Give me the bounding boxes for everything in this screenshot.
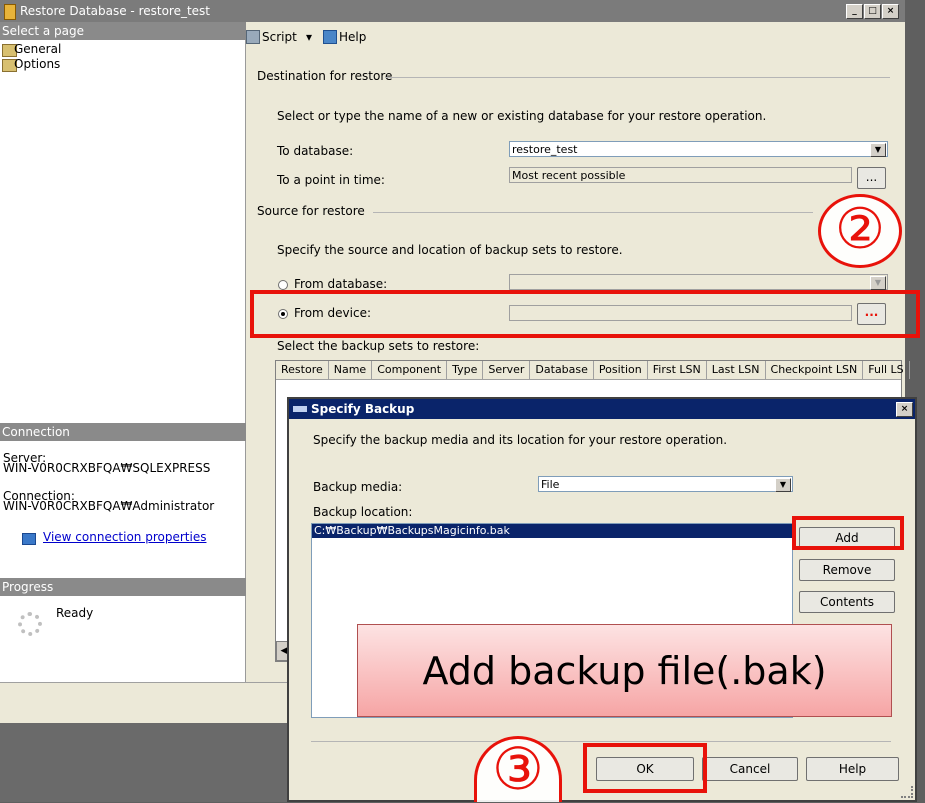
dialog-icon — [293, 405, 307, 412]
from-database-label: From database: — [294, 277, 388, 291]
source-section-label: Source for restore — [257, 204, 365, 218]
select-page-header: Select a page — [0, 22, 247, 40]
divider — [385, 77, 890, 78]
script-dropdown-icon[interactable]: ▾ — [306, 30, 312, 44]
script-icon — [246, 30, 260, 44]
toolbar: Script ▾ Help — [246, 22, 905, 54]
from-database-combo: ▼ — [509, 274, 888, 290]
ok-button-highlight — [583, 743, 707, 793]
column-header[interactable]: Last LSN — [707, 361, 766, 379]
dialog-title-bar: Specify Backup × — [289, 399, 915, 419]
cancel-button[interactable]: Cancel — [702, 757, 798, 781]
source-instruction: Specify the source and location of backu… — [277, 243, 623, 257]
contents-button[interactable]: Contents — [799, 591, 895, 613]
help-icon — [323, 30, 337, 44]
left-pane: Select a page General Options Connection… — [0, 22, 247, 682]
backup-media-value: File — [541, 478, 560, 491]
maximize-button[interactable]: □ — [864, 4, 881, 19]
dialog-help-button[interactable]: Help — [806, 757, 899, 781]
connection-header: Connection — [0, 423, 247, 441]
script-button[interactable]: Script — [262, 30, 297, 44]
list-item[interactable]: C:₩Backup₩BackupsMagicinfo.bak — [312, 524, 792, 538]
nav-item-options[interactable]: Options — [14, 57, 60, 71]
point-in-time-label: To a point in time: — [277, 173, 385, 187]
dialog-close-button[interactable]: × — [896, 402, 913, 417]
window-title: Restore Database - restore_test — [20, 4, 211, 18]
column-header[interactable]: Component — [372, 361, 448, 379]
grid-header-row: Restore Name Component Type Server Datab… — [276, 361, 910, 380]
to-database-label: To database: — [277, 144, 354, 158]
destination-instruction: Select or type the name of a new or exis… — [277, 109, 767, 123]
point-in-time-browse-button[interactable]: ... — [857, 167, 886, 189]
column-header[interactable]: Full LS — [863, 361, 910, 379]
column-header[interactable]: Position — [594, 361, 648, 379]
title-bar: Restore Database - restore_test _ □ × — [0, 0, 905, 22]
window-controls: _ □ × — [845, 3, 899, 19]
nav-item-general[interactable]: General — [14, 42, 61, 56]
column-header[interactable]: Name — [329, 361, 373, 379]
database-icon — [4, 4, 16, 20]
backup-location-label: Backup location: — [313, 505, 413, 519]
add-button-highlight — [792, 516, 904, 550]
specify-backup-dialog: Specify Backup × Specify the backup medi… — [287, 397, 917, 802]
column-header[interactable]: First LSN — [648, 361, 707, 379]
backup-media-select[interactable]: File ▼ — [538, 476, 793, 492]
progress-header: Progress — [0, 578, 247, 596]
backup-media-label: Backup media: — [313, 480, 403, 494]
chevron-down-icon[interactable]: ▼ — [870, 143, 886, 157]
resize-grip-icon[interactable] — [901, 786, 913, 798]
close-button[interactable]: × — [882, 4, 899, 19]
chevron-down-icon[interactable]: ▼ — [775, 478, 791, 492]
minimize-button[interactable]: _ — [846, 4, 863, 19]
progress-spinner-icon — [18, 612, 42, 636]
server-value: WIN-V0R0CRXBFQA₩SQLEXPRESS — [3, 461, 211, 475]
remove-button[interactable]: Remove — [799, 559, 895, 581]
progress-status: Ready — [56, 606, 94, 620]
from-device-highlight — [250, 290, 920, 338]
column-header[interactable]: Type — [447, 361, 484, 379]
column-header[interactable]: Restore — [276, 361, 329, 379]
backup-sets-label: Select the backup sets to restore: — [277, 339, 480, 353]
help-button[interactable]: Help — [339, 30, 366, 44]
chevron-down-icon: ▼ — [870, 276, 886, 290]
step-2-marker: ② — [818, 194, 902, 268]
view-connection-properties-link[interactable]: View connection properties — [43, 530, 206, 544]
divider — [373, 212, 813, 213]
to-database-value: restore_test — [512, 143, 578, 156]
dialog-title: Specify Backup — [311, 402, 415, 416]
point-in-time-field: Most recent possible — [509, 167, 852, 183]
instruction-callout: Add backup file(.bak) — [357, 624, 892, 717]
to-database-combo[interactable]: restore_test ▼ — [509, 141, 888, 157]
column-header[interactable]: Checkpoint LSN — [766, 361, 864, 379]
destination-section-label: Destination for restore — [257, 69, 393, 83]
divider — [311, 741, 891, 742]
dialog-instruction: Specify the backup media and its locatio… — [313, 433, 728, 447]
connection-properties-icon — [22, 533, 36, 545]
connection-value: WIN-V0R0CRXBFQA₩Administrator — [3, 499, 215, 513]
from-database-radio[interactable] — [278, 280, 288, 290]
column-header[interactable]: Database — [530, 361, 594, 379]
column-header[interactable]: Server — [483, 361, 531, 379]
